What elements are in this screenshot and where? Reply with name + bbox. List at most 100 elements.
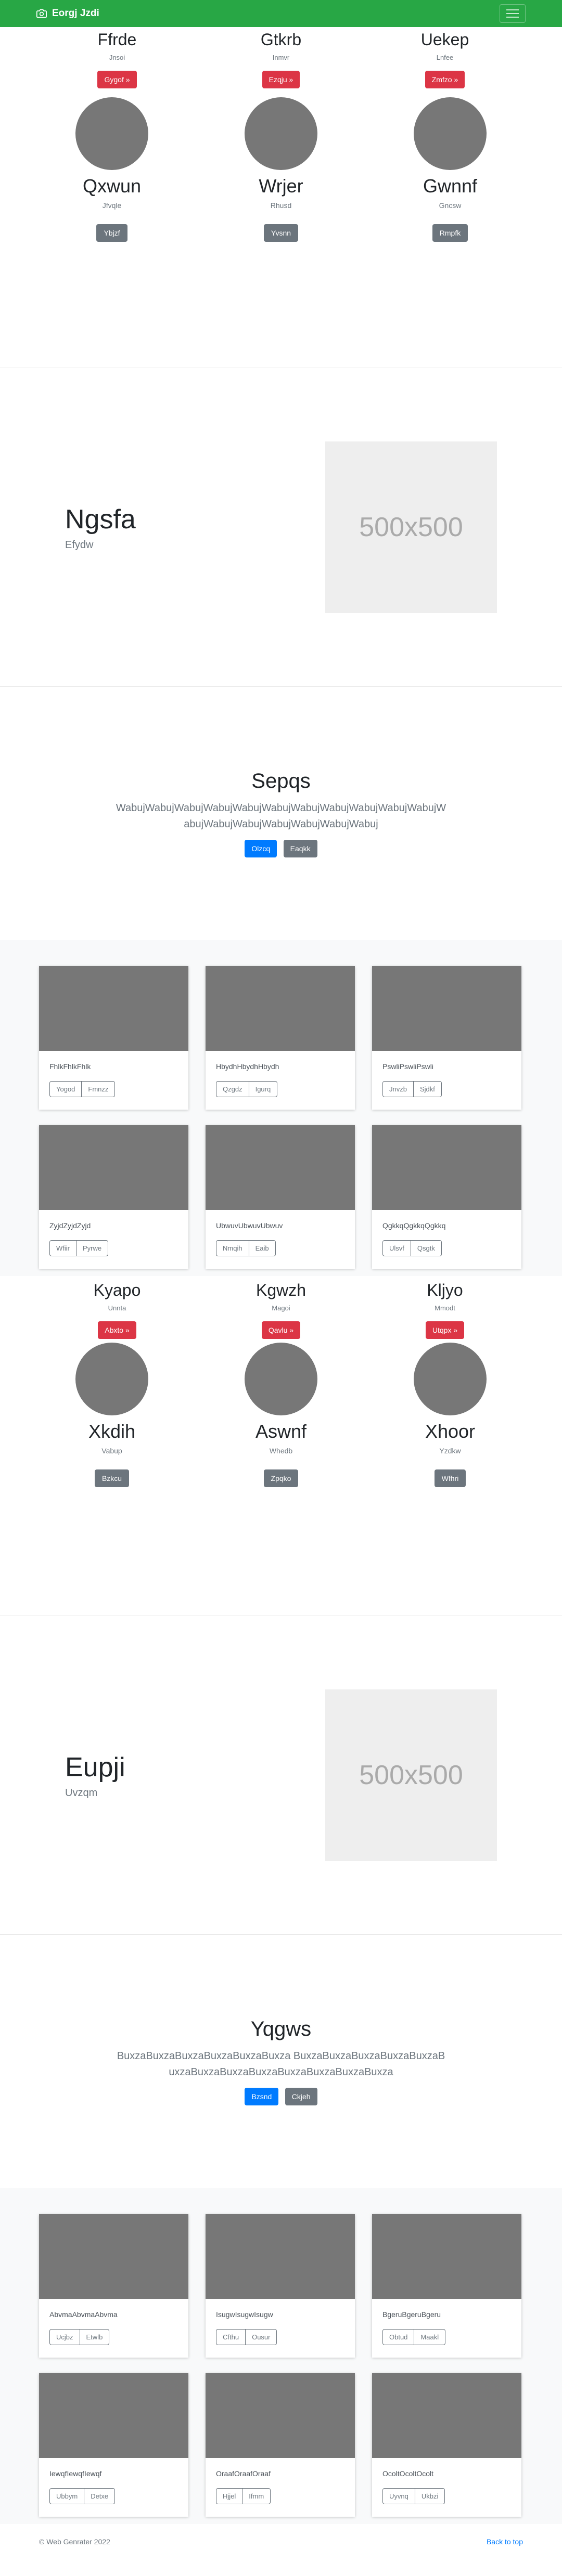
card-body: OraafOraafOraaf Hjjel Ifmm bbox=[206, 2458, 355, 2516]
card-body: OcoltOcoltOcolt Uyvnq Ukbzi bbox=[372, 2458, 521, 2516]
avatar-column: Wrjer Rhusd Yvsnn bbox=[245, 97, 317, 368]
featurette-section: Eupji Uvzqm 500x500 bbox=[0, 1616, 562, 1934]
card: OraafOraafOraaf Hjjel Ifmm bbox=[206, 2373, 355, 2517]
card-button[interactable]: Ucjbz bbox=[49, 2329, 80, 2345]
card-button[interactable]: Pyrwe bbox=[76, 1240, 109, 1256]
feature-subtitle: Unnta bbox=[108, 1304, 126, 1312]
jumbotron-primary-button[interactable]: Olzcq bbox=[245, 840, 277, 857]
back-to-top-link[interactable]: Back to top bbox=[487, 2538, 523, 2547]
avatar-name: Wrjer bbox=[259, 175, 303, 197]
card: HbydhHbydhHbydh Qzgdz Igurq bbox=[206, 966, 355, 1110]
card-button[interactable]: Cfthu bbox=[216, 2329, 246, 2345]
menu-icon-bar bbox=[506, 13, 519, 14]
feature-button[interactable]: Zmfzo » bbox=[425, 71, 465, 89]
feature-button[interactable]: Utqpx » bbox=[425, 1321, 465, 1339]
features-section: Kyapo Unnta Abxto » Kgwzh Magoi Qavlu » … bbox=[0, 1276, 562, 1343]
feature-subtitle: Lnfee bbox=[436, 54, 454, 62]
feature-title: Kljyo bbox=[427, 1281, 463, 1299]
card-body: PswliPswliPswli Jnvzb Sjdkf bbox=[372, 1051, 521, 1109]
card: AbvmaAbvmaAbvma Ucjbz Etwlb bbox=[39, 2214, 188, 2358]
card-button[interactable]: Nmqih bbox=[216, 1240, 249, 1256]
feature-title: Ffrde bbox=[97, 30, 137, 49]
featurette-title: Ngsfa bbox=[65, 504, 136, 535]
card-text: PswliPswliPswli bbox=[382, 1062, 434, 1071]
feature-button[interactable]: Abxto » bbox=[98, 1321, 136, 1339]
card: IewqfIewqfIewqf Ubbym Detxe bbox=[39, 2373, 188, 2517]
card-image bbox=[39, 2373, 188, 2458]
jumbotron-section: Sepqs WabujWabujWabujWabujWabujWabujWabu… bbox=[0, 687, 562, 940]
avatar-subtitle: Jfvqle bbox=[102, 201, 122, 210]
card-text: IsugwIsugwIsugw bbox=[216, 2310, 273, 2319]
card: UbwuvUbwuvUbwuv Nmqih Eaib bbox=[206, 1125, 355, 1269]
navbar-toggler-button[interactable] bbox=[500, 4, 526, 23]
card-button[interactable]: Jnvzb bbox=[382, 1081, 414, 1097]
avatar-column: Aswnf Whedb Zpqko bbox=[245, 1343, 317, 1616]
card-button[interactable]: Yogod bbox=[49, 1081, 82, 1097]
feature-subtitle: Inmvr bbox=[272, 54, 290, 62]
navbar-brand[interactable]: Eorgj Jzdi bbox=[36, 8, 99, 19]
card-button[interactable]: Sjdkf bbox=[413, 1081, 442, 1097]
card-text: FhlkFhlkFhlk bbox=[49, 1062, 91, 1071]
feature-title: Kyapo bbox=[93, 1281, 141, 1299]
featurette-section: Ngsfa Efydw 500x500 bbox=[0, 368, 562, 686]
card-body: HbydhHbydhHbydh Qzgdz Igurq bbox=[206, 1051, 355, 1109]
avatar-button[interactable]: Ybjzf bbox=[96, 224, 127, 242]
jumbotron-buttons: Olzcq Eaqkk bbox=[242, 840, 319, 857]
card-button[interactable]: Maakl bbox=[414, 2329, 446, 2345]
card-button[interactable]: Hjjel bbox=[216, 2488, 243, 2504]
card-text: IewqfIewqfIewqf bbox=[49, 2469, 102, 2478]
card: IsugwIsugwIsugw Cfthu Ousur bbox=[206, 2214, 355, 2358]
jumbotron-lead: BuxzaBuxzaBuxzaBuxzaBuxzaBuxza BuxzaBuxz… bbox=[117, 2050, 445, 2078]
avatar-button[interactable]: Bzkcu bbox=[94, 1469, 130, 1487]
feature-button[interactable]: Ezqju » bbox=[262, 71, 300, 89]
card-button[interactable]: Uyvnq bbox=[382, 2488, 415, 2504]
avatar-column: Xhoor Yzdkw Wfhri bbox=[414, 1343, 487, 1616]
avatar-button[interactable]: Wfhri bbox=[434, 1469, 466, 1487]
card-button[interactable]: Ifmm bbox=[242, 2488, 271, 2504]
footer: © Web Genrater 2022 Back to top bbox=[0, 2524, 562, 2560]
card-button-group: Obtud Maakl bbox=[382, 2329, 511, 2345]
card-button[interactable]: Obtud bbox=[382, 2329, 415, 2345]
avatar-subtitle: Vabup bbox=[101, 1447, 122, 1455]
card-button[interactable]: Qzgdz bbox=[216, 1081, 249, 1097]
card-button[interactable]: Etwlb bbox=[79, 2329, 110, 2345]
card-button-group: Uyvnq Ukbzi bbox=[382, 2488, 511, 2504]
card-button[interactable]: Ukbzi bbox=[414, 2488, 445, 2504]
jumbotron-secondary-button[interactable]: Ckjeh bbox=[285, 2088, 317, 2105]
avatar bbox=[75, 1343, 148, 1415]
card-button[interactable]: Igurq bbox=[248, 1081, 278, 1097]
card-body: QgkkqQgkkqQgkkq Ulsvf Qsgtk bbox=[372, 1210, 521, 1268]
card-button[interactable]: Ousur bbox=[245, 2329, 277, 2345]
card: ZyjdZyjdZyjd Wfiir Pyrwe bbox=[39, 1125, 188, 1269]
footer-copyright: © Web Genrater 2022 bbox=[39, 2538, 110, 2546]
card-text: UbwuvUbwuvUbwuv bbox=[216, 1221, 283, 1230]
avatar-button[interactable]: Rmpfk bbox=[432, 224, 468, 242]
avatar-column: Xkdih Vabup Bzkcu bbox=[75, 1343, 148, 1616]
card-button[interactable]: Fmnzz bbox=[81, 1081, 116, 1097]
avatar-button[interactable]: Yvsnn bbox=[263, 224, 299, 242]
jumbotron-primary-button[interactable]: Bzsnd bbox=[245, 2088, 279, 2105]
feature-column: Kgwzh Magoi Qavlu » bbox=[203, 1280, 359, 1343]
card-button[interactable]: Ulsvf bbox=[382, 1240, 411, 1256]
card-button[interactable]: Eaib bbox=[248, 1240, 276, 1256]
card-body: AbvmaAbvmaAbvma Ucjbz Etwlb bbox=[39, 2299, 188, 2357]
card-image bbox=[372, 2214, 521, 2299]
jumbotron-secondary-button[interactable]: Eaqkk bbox=[283, 840, 317, 857]
card-button-group: Qzgdz Igurq bbox=[216, 1081, 344, 1097]
card-image bbox=[39, 2214, 188, 2299]
feature-column: Kyapo Unnta Abxto » bbox=[39, 1280, 195, 1343]
avatar bbox=[245, 97, 317, 170]
card-button[interactable]: Wfiir bbox=[49, 1240, 76, 1256]
feature-button[interactable]: Qavlu » bbox=[261, 1321, 301, 1339]
card-button[interactable]: Qsgtk bbox=[410, 1240, 442, 1256]
feature-button[interactable]: Gygof » bbox=[97, 71, 137, 89]
album-section: FhlkFhlkFhlk Yogod Fmnzz HbydhHbydhHbydh… bbox=[0, 940, 562, 1276]
card-button-group: Ulsvf Qsgtk bbox=[382, 1240, 511, 1256]
avatar-subtitle: Yzdkw bbox=[439, 1447, 461, 1455]
avatar-button[interactable]: Zpqko bbox=[263, 1469, 299, 1487]
card-text: AbvmaAbvmaAbvma bbox=[49, 2310, 118, 2319]
card-image bbox=[206, 2214, 355, 2299]
card-button[interactable]: Detxe bbox=[84, 2488, 116, 2504]
brand-name: Eorgj Jzdi bbox=[52, 8, 99, 19]
card-button[interactable]: Ubbym bbox=[49, 2488, 85, 2504]
